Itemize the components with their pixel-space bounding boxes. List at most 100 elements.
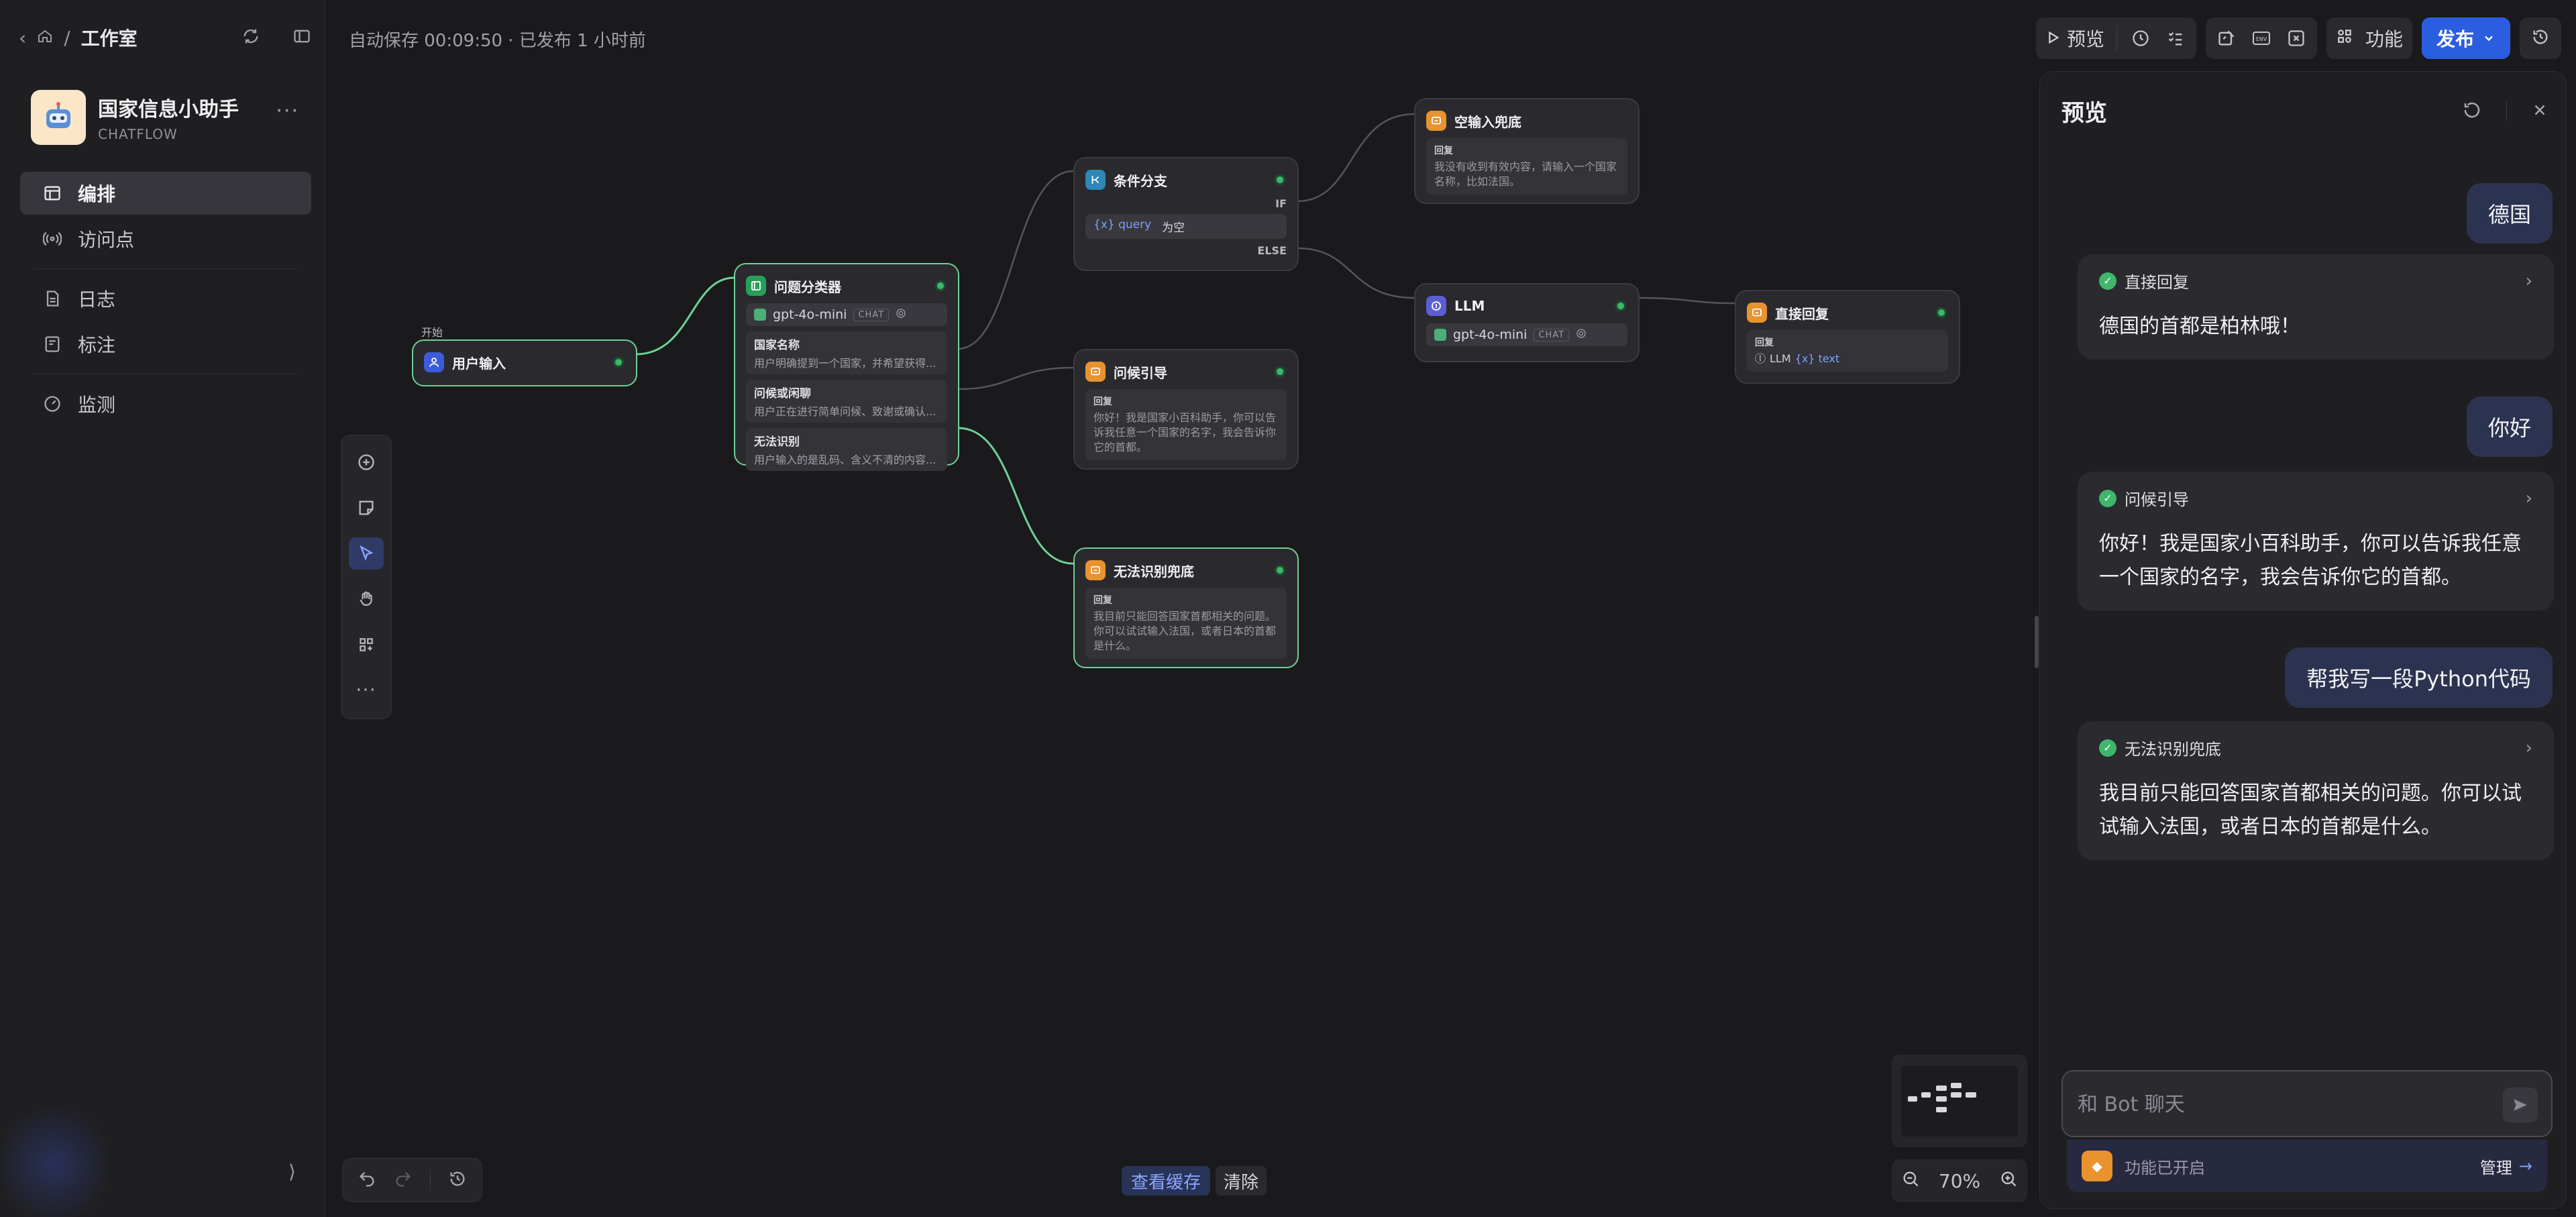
publish-button[interactable]: 发布 [2421,17,2510,59]
chat-input[interactable] [2078,1089,2480,1120]
reply-label: 回复 [1093,595,1112,606]
sidebar-item-monitor[interactable]: 监测 [20,382,311,425]
reply-text: 你好！我是国家小百科助手，你可以告诉我任意一个国家的名字，我会告诉你它的首都。 [1093,411,1277,454]
redo-icon[interactable] [394,1169,413,1191]
check-icon: ✓ [2099,739,2116,757]
node-direct-reply[interactable]: 直接回复 回复 ⓛ LLM {x} text [1735,290,1960,384]
bot-message-text: 德国的首都是柏林哦！ [2099,315,2300,338]
chevron-right-icon: › [2525,488,2532,509]
success-indicator [1936,307,1947,318]
condition-row: {x} query 为空 [1085,214,1287,239]
manage-link[interactable]: 管理 → [2480,1155,2532,1178]
sidebar-item-access[interactable]: 访问点 [20,217,311,260]
checklist-icon[interactable] [2164,27,2187,50]
model-icon [754,309,766,321]
sidebar-item-annotations[interactable]: 标注 [20,323,311,366]
more-horizontal-icon[interactable]: ··· [349,674,384,706]
success-indicator [1275,174,1285,185]
node-title: LLM [1454,298,1485,314]
zoom-out-icon[interactable] [1901,1169,1920,1193]
user-icon [424,352,444,372]
send-icon[interactable] [2503,1088,2538,1122]
bot-message: ✓ 问候引导 › 你好！我是国家小百科助手，你可以告诉我任意一个国家的名字，我会… [2078,472,2554,611]
run-history-icon[interactable] [2129,27,2152,50]
autosave-status: 自动保存 00:09:50 · 已发布 1 小时前 [349,31,646,51]
features-button[interactable]: 功能 [2326,17,2412,59]
model-selector[interactable]: gpt-4o-mini CHAT [746,303,947,326]
version-history-button[interactable] [2520,17,2561,59]
node-empty-fallback[interactable]: 空输入兜底 回复 我没有收到有效内容，请输入一个国家名称，比如法国。 [1414,98,1640,204]
toolbar-divider [2116,25,2117,52]
node-trace[interactable]: ✓ 直接回复 › [2099,269,2532,293]
pointer-icon[interactable] [349,537,384,570]
close-icon[interactable] [2531,101,2548,121]
minimap-node [1936,1096,1947,1102]
panel-resize-handle[interactable] [2035,616,2039,668]
organize-icon[interactable] [349,629,384,661]
conversation-variables-icon[interactable] [2215,27,2238,50]
node-if-else[interactable]: 条件分支 IF {x} query 为空 ELSE [1073,157,1299,271]
sidebar-item-orchestrate[interactable]: 编排 [20,172,311,215]
check-icon: ✓ [2099,489,2116,507]
home-icon[interactable] [37,27,53,49]
undo-icon[interactable] [358,1169,376,1191]
if-label: IF [1275,197,1287,210]
reply-label: 回复 [1093,396,1112,407]
start-node-label: 开始 [421,326,443,339]
class-item: 国家名称 用户明确提到一个国家，并希望获得... [746,331,947,374]
history-icon[interactable] [448,1169,467,1191]
app-card[interactable]: 国家信息小助手 CHATFLOW ··· [31,90,299,145]
sidebar-item-logs[interactable]: 日志 [20,277,311,320]
minimap-node [1921,1092,1931,1098]
classifier-icon [746,276,766,296]
view-cache-button[interactable]: 查看缓存 [1122,1166,1211,1196]
add-node-icon[interactable] [349,446,384,478]
llm-icon [1426,296,1446,316]
node-trace[interactable]: ✓ 无法识别兜底 › [2099,736,2532,759]
breadcrumb-title[interactable]: 工作室 [81,24,138,51]
node-llm[interactable]: LLM gpt-4o-mini CHAT [1414,283,1640,362]
chevron-right-icon: › [2525,270,2532,291]
close-square-icon[interactable] [2285,27,2308,50]
class-desc: 用户正在进行简单问候、致谢或确认... [754,405,936,418]
reply-label: 回复 [1434,146,1453,156]
node-greeting[interactable]: 问候引导 回复 你好！我是国家小百科助手，你可以告诉我任意一个国家的名字，我会告… [1073,349,1299,470]
app-type: CHATFLOW [98,126,178,142]
manage-label: 管理 [2479,1158,2512,1177]
answer-icon [1085,560,1106,580]
node-trace[interactable]: ✓ 问候引导 › [2099,486,2532,510]
back-icon[interactable]: ‹ [19,27,26,49]
node-question-classifier[interactable]: 问题分类器 gpt-4o-mini CHAT 国家名称 用户明确提到一个国家，并… [734,263,959,471]
edge-classifier-branch [957,170,1074,350]
add-note-icon[interactable] [349,492,384,524]
condition-variable: {x} query [1093,218,1152,231]
zoom-in-icon[interactable] [1999,1169,2018,1193]
edge-llm-direct [1638,297,1735,305]
collapse-sidebar-icon[interactable]: ⟩ [288,1161,296,1183]
node-title: 问题分类器 [774,278,841,295]
clear-button[interactable]: 清除 [1216,1166,1267,1196]
class-desc: 用户明确提到一个国家，并希望获得... [754,357,936,370]
model-selector[interactable]: gpt-4o-mini CHAT [1426,323,1627,346]
features-icon [2336,28,2353,50]
more-icon[interactable]: ··· [276,99,299,123]
zoom-level[interactable]: 70% [1939,1170,1980,1192]
sidebar-item-label: 监测 [78,394,116,416]
node-fallback[interactable]: 无法识别兜底 回复 我目前只能回答国家首都相关的问题。你可以试试输入法国，或者日… [1073,547,1299,668]
node-title: 无法识别兜底 [1114,563,1194,580]
node-start[interactable]: 用户输入 [412,339,637,386]
restart-icon[interactable] [2462,100,2482,123]
minimap[interactable] [1892,1055,2027,1147]
node-title: 直接回复 [1775,305,1829,322]
ref-node: LLM [1770,352,1791,365]
refresh-icon[interactable] [239,24,263,48]
reply-block: 回复 我没有收到有效内容，请输入一个国家名称，比如法国。 [1426,138,1627,195]
answer-icon [1426,111,1446,131]
preview-button[interactable]: 预览 [2045,25,2104,52]
env-icon[interactable]: ENV [2250,27,2273,50]
edge-classifier-greet [957,366,1074,390]
hand-icon[interactable] [349,583,384,615]
edge-start-classifier [635,276,735,356]
panel-toggle-icon[interactable] [290,24,314,48]
play-icon [2045,28,2060,50]
